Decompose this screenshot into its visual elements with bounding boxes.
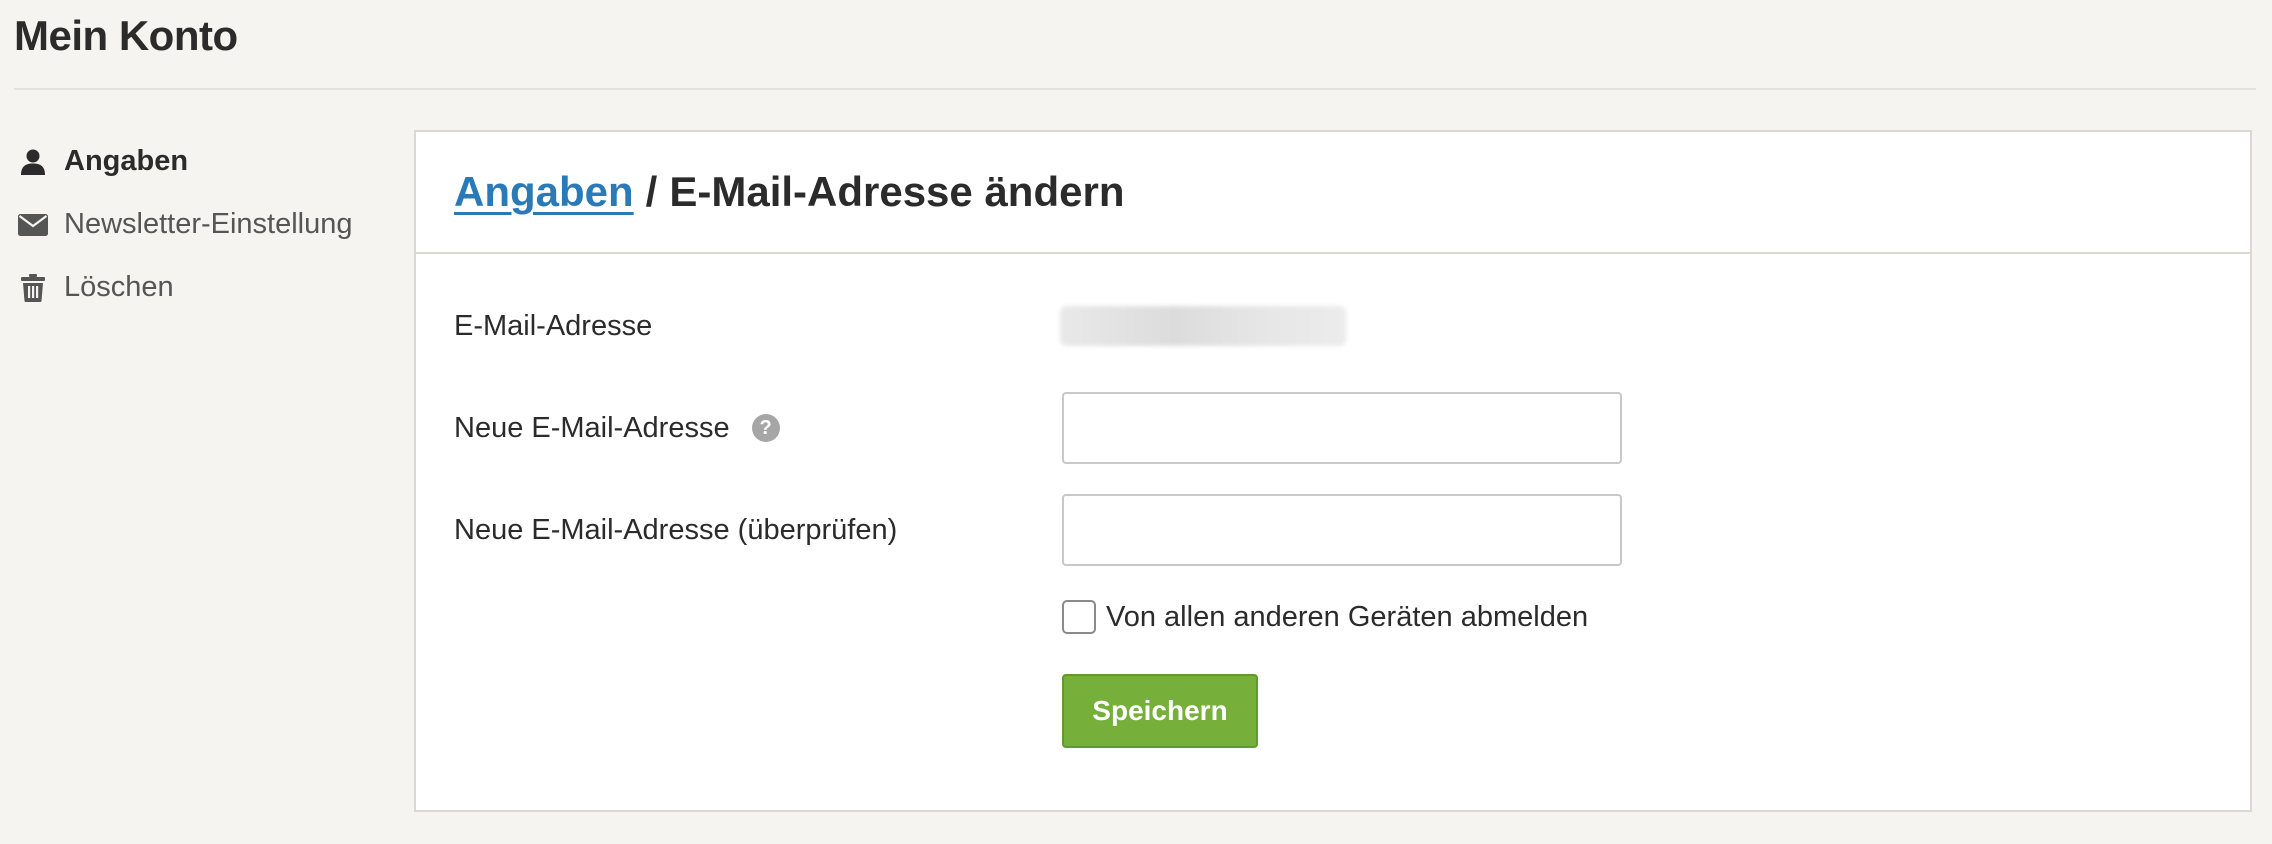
breadcrumb-link-angaben[interactable]: Angaben [454,168,634,216]
confirm-email-label: Neue E-Mail-Adresse (überprüfen) [454,494,897,566]
sidebar-item-label: Löschen [64,271,174,303]
new-email-label: Neue E-Mail-Adresse ? [454,392,780,464]
sidebar-item-angaben[interactable]: Angaben [18,130,398,193]
envelope-icon [18,210,48,240]
sidebar: Angaben Newsletter-Einstellung Löschen [18,130,398,319]
breadcrumb-separator: / [645,168,658,215]
breadcrumb-current: E-Mail-Adresse ändern [669,168,1125,215]
sidebar-item-loeschen[interactable]: Löschen [18,256,398,319]
confirm-email-label-text: Neue E-Mail-Adresse (überprüfen) [454,513,898,546]
logout-other-devices-checkbox[interactable] [1062,600,1096,634]
breadcrumb: Angaben / E-Mail-Adresse ändern [416,132,2250,254]
help-icon[interactable]: ? [751,414,780,442]
confirm-email-input[interactable] [1062,494,1622,566]
sidebar-item-newsletter[interactable]: Newsletter-Einstellung [18,193,398,256]
save-button[interactable]: Speichern [1062,674,1258,748]
trash-icon [18,273,48,303]
title-divider [14,88,2256,90]
page-title: Mein Konto [14,12,238,59]
user-icon [18,147,48,177]
logout-other-devices-label: Von allen anderen Geräten abmelden [1106,600,1589,633]
current-email-value [1060,306,1346,346]
new-email-label-text: Neue E-Mail-Adresse [454,411,730,444]
new-email-input[interactable] [1062,392,1622,464]
email-change-card: Angaben / E-Mail-Adresse ändern E-Mail-A… [414,130,2252,812]
sidebar-item-label: Angaben [64,145,189,177]
logout-other-devices-row[interactable]: Von allen anderen Geräten abmelden [1062,600,1588,634]
current-email-label-text: E-Mail-Adresse [454,309,653,342]
current-email-label: E-Mail-Adresse [454,308,652,344]
sidebar-item-label: Newsletter-Einstellung [64,208,353,240]
